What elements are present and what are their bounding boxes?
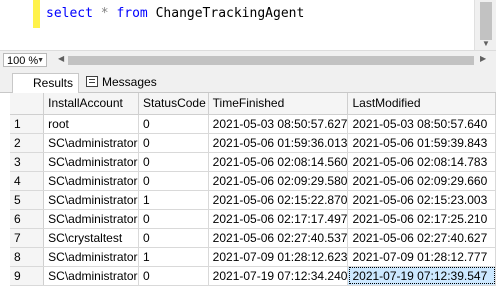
scroll-right-icon[interactable]: ▶ (480, 54, 486, 63)
row-number[interactable]: 5 (10, 190, 45, 210)
table-row: 5 SC\administrator 1 2021-05-06 02:15:22… (10, 190, 496, 210)
selected-cell-lastmodified[interactable]: 2021-07-19 07:12:39.547 (347, 266, 496, 286)
table-row: 1 root 0 2021-05-03 08:50:57.627 2021-05… (10, 114, 496, 134)
cell-statuscode[interactable]: 0 (138, 228, 209, 248)
tab-messages-label: Messages (102, 75, 157, 89)
cell-timefinished[interactable]: 2021-05-06 02:08:14.560 (208, 152, 349, 172)
query-text[interactable]: select * from ChangeTrackingAgent (46, 6, 304, 21)
row-number[interactable]: 2 (10, 133, 45, 153)
cell-timefinished[interactable]: 2021-07-19 07:12:34.240 (208, 266, 349, 286)
cell-installaccount[interactable]: SC\administrator (43, 133, 140, 153)
cell-lastmodified[interactable]: 2021-05-06 02:09:29.660 (347, 171, 496, 191)
cell-timefinished[interactable]: 2021-05-03 08:50:57.627 (208, 114, 349, 134)
change-marker (33, 0, 40, 28)
cell-statuscode[interactable]: 1 (138, 190, 209, 210)
column-header-lastmodified[interactable]: LastModified (347, 93, 496, 115)
row-number-header[interactable] (10, 93, 45, 115)
zoom-bar: 100 % ▼ ◀ ▶ (0, 50, 496, 70)
cell-statuscode[interactable]: 0 (138, 171, 209, 191)
scroll-left-icon[interactable]: ◀ (58, 54, 64, 63)
table-row: 4 SC\administrator 0 2021-05-06 02:09:29… (10, 171, 496, 191)
cell-statuscode[interactable]: 0 (138, 114, 209, 134)
cell-statuscode[interactable]: 1 (138, 247, 209, 267)
results-tabs: Results Messages (0, 70, 496, 181)
scrollbar-thumb[interactable] (480, 2, 492, 40)
table-row: 7 SC\crystaltest 0 2021-05-06 02:27:40.5… (10, 228, 496, 248)
chevron-down-icon: ▼ (37, 57, 44, 64)
cell-lastmodified[interactable]: 2021-05-06 02:08:14.783 (347, 152, 496, 172)
editor-vertical-scrollbar[interactable]: ▼ (474, 0, 496, 50)
tab-results[interactable]: Results (12, 73, 79, 181)
cell-installaccount[interactable]: SC\crystaltest (43, 228, 140, 248)
cell-statuscode[interactable]: 0 (138, 152, 209, 172)
row-number[interactable]: 4 (10, 171, 45, 191)
row-number[interactable]: 8 (10, 247, 45, 267)
keyword-from: from (116, 6, 148, 21)
cell-installaccount[interactable]: SC\administrator (43, 247, 140, 267)
zoom-select[interactable]: 100 % ▼ (3, 53, 47, 67)
cell-timefinished[interactable]: 2021-07-09 01:28:12.623 (208, 247, 349, 267)
keyword-select: select (46, 6, 93, 21)
row-number[interactable]: 7 (10, 228, 45, 248)
cell-lastmodified[interactable]: 2021-05-06 01:59:39.843 (347, 133, 496, 153)
cell-installaccount[interactable]: SC\administrator (43, 190, 140, 210)
column-header-statuscode[interactable]: StatusCode (138, 93, 209, 115)
cell-timefinished[interactable]: 2021-05-06 02:17:17.497 (208, 209, 349, 229)
cell-installaccount[interactable]: SC\administrator (43, 266, 140, 286)
horizontal-scrollbar-thumb[interactable] (68, 56, 474, 65)
scroll-down-icon[interactable]: ▼ (480, 40, 492, 48)
cell-installaccount[interactable]: SC\administrator (43, 171, 140, 191)
tab-messages[interactable]: Messages (82, 73, 158, 92)
cell-lastmodified[interactable]: 2021-05-06 02:27:40.627 (347, 228, 496, 248)
cell-statuscode[interactable]: 0 (138, 209, 209, 229)
cell-lastmodified[interactable]: 2021-05-06 02:17:25.210 (347, 209, 496, 229)
cell-statuscode[interactable]: 0 (138, 266, 209, 286)
cell-timefinished[interactable]: 2021-05-06 02:09:29.580 (208, 171, 349, 191)
messages-icon (86, 76, 98, 87)
table-row: 9 SC\administrator 0 2021-07-19 07:12:34… (10, 266, 496, 286)
row-number[interactable]: 6 (10, 209, 45, 229)
results-grid[interactable]: InstallAccount StatusCode TimeFinished L… (10, 93, 496, 298)
cell-lastmodified[interactable]: 2021-05-03 08:50:57.640 (347, 114, 496, 134)
column-header-installaccount[interactable]: InstallAccount (43, 93, 140, 115)
select-star: * (100, 6, 109, 21)
cell-timefinished[interactable]: 2021-05-06 02:27:40.537 (208, 228, 349, 248)
tab-results-label: Results (33, 76, 74, 90)
cell-installaccount[interactable]: root (43, 114, 140, 134)
cell-timefinished[interactable]: 2021-05-06 02:15:22.870 (208, 190, 349, 210)
table-row: 8 SC\administrator 1 2021-07-09 01:28:12… (10, 247, 496, 267)
cell-statuscode[interactable]: 0 (138, 133, 209, 153)
cell-installaccount[interactable]: SC\administrator (43, 209, 140, 229)
zoom-value: 100 % (7, 55, 39, 67)
column-header-timefinished[interactable]: TimeFinished (208, 93, 349, 115)
row-number[interactable]: 1 (10, 114, 45, 134)
table-row: 2 SC\administrator 0 2021-05-06 01:59:36… (10, 133, 496, 153)
table-row: 6 SC\administrator 0 2021-05-06 02:17:17… (10, 209, 496, 229)
table-row: 3 SC\administrator 0 2021-05-06 02:08:14… (10, 152, 496, 172)
table-name: ChangeTrackingAgent (155, 6, 305, 21)
header-row: InstallAccount StatusCode TimeFinished L… (10, 93, 496, 115)
cell-installaccount[interactable]: SC\administrator (43, 152, 140, 172)
cell-lastmodified[interactable]: 2021-05-06 02:15:23.003 (347, 190, 496, 210)
cell-lastmodified[interactable]: 2021-07-09 01:28:12.777 (347, 247, 496, 267)
row-number[interactable]: 3 (10, 152, 45, 172)
query-editor[interactable]: select * from ChangeTrackingAgent (0, 0, 474, 50)
row-number[interactable]: 9 (10, 266, 45, 286)
results-table: InstallAccount StatusCode TimeFinished L… (10, 93, 496, 286)
cell-timefinished[interactable]: 2021-05-06 01:59:36.013 (208, 133, 349, 153)
